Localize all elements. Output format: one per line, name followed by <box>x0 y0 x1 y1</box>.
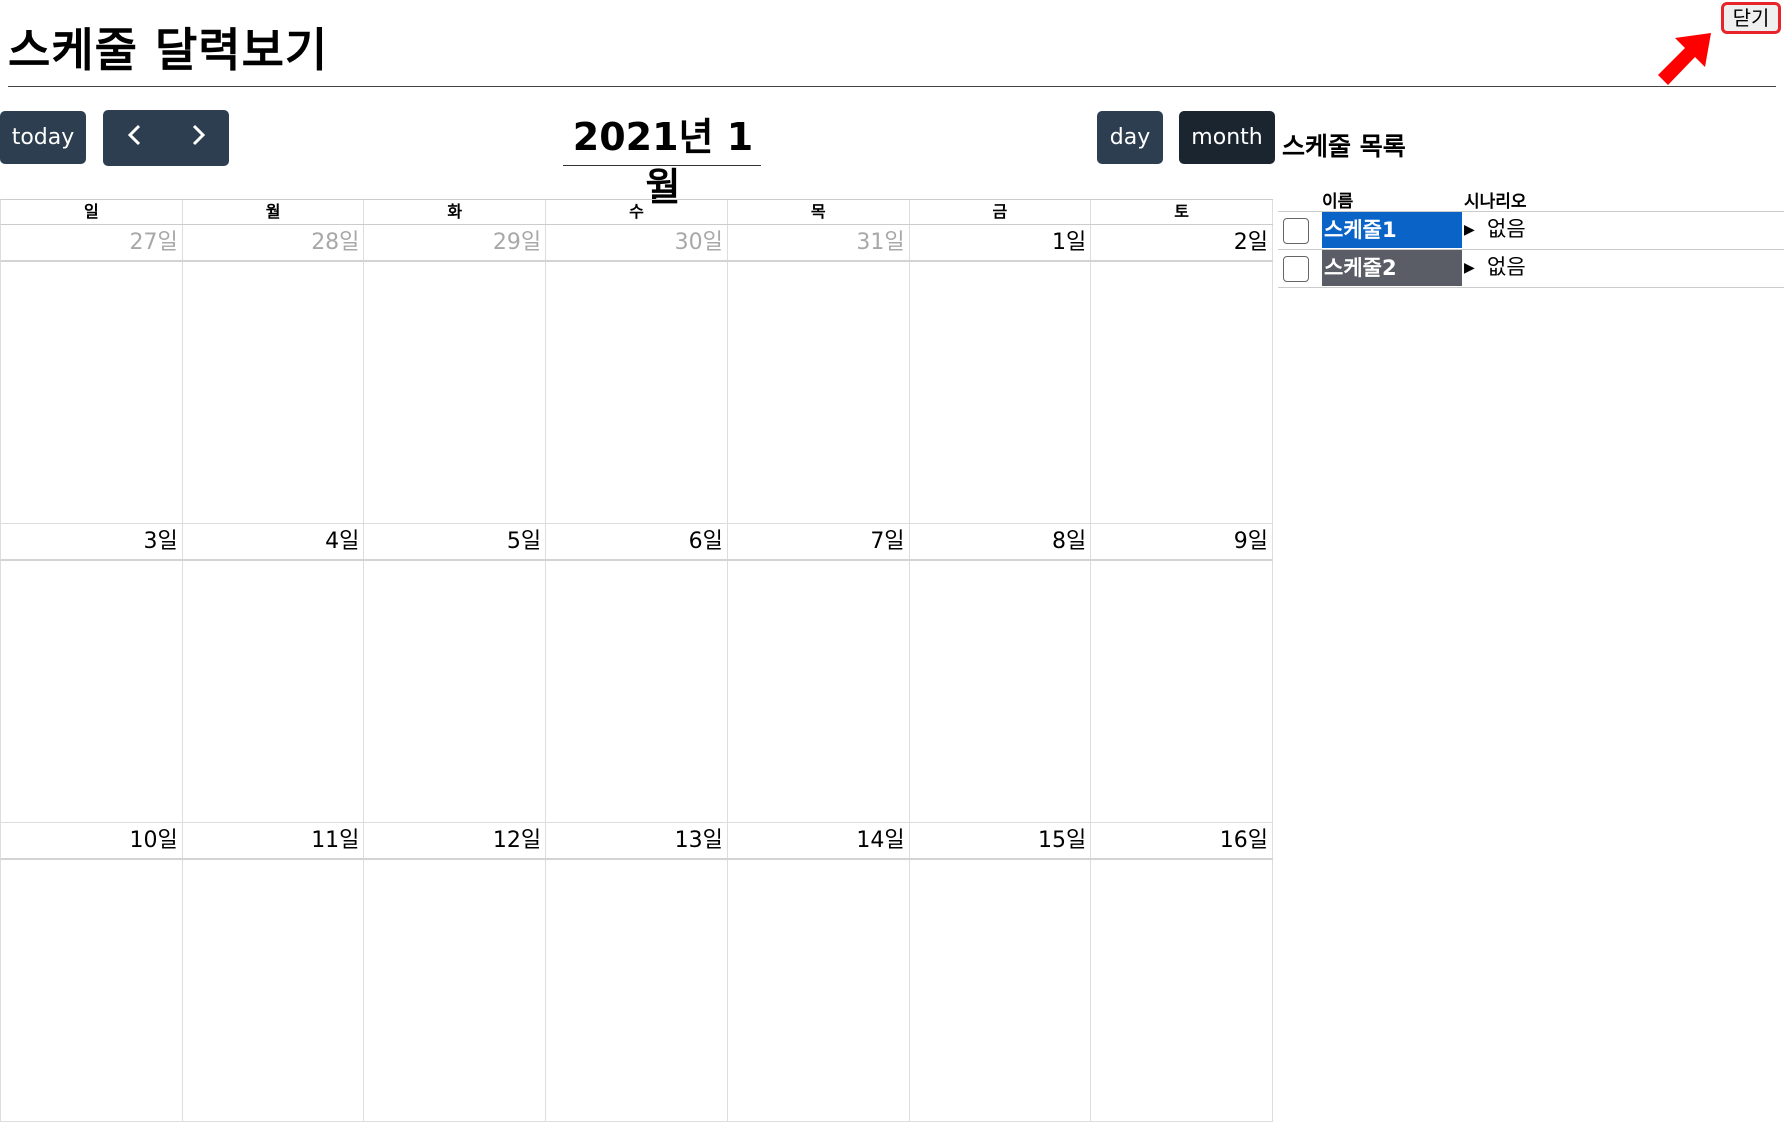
day-cell[interactable] <box>1091 262 1273 523</box>
day-cell[interactable] <box>728 262 910 523</box>
day-number[interactable]: 10일 <box>1 823 183 858</box>
day-number[interactable]: 11일 <box>183 823 365 858</box>
schedule-list-table: 이름 시나리오 스케줄1 ▶ 없음 스케줄2 ▶ 없음 <box>1278 185 1784 288</box>
month-view-button[interactable]: month <box>1179 111 1275 164</box>
weekday-tue: 화 <box>364 200 547 224</box>
schedule-list-title: 스케줄 목록 <box>1282 132 1406 161</box>
page-title: 스케줄 달력보기 <box>8 23 329 77</box>
close-button[interactable]: 닫기 <box>1721 2 1781 34</box>
day-cell[interactable] <box>183 262 365 523</box>
day-cell[interactable] <box>546 561 728 822</box>
day-number[interactable]: 30일 <box>546 225 728 260</box>
calendar-title: 2021년 1월 <box>572 115 754 209</box>
expand-triangle-icon[interactable]: ▶ <box>1464 257 1475 279</box>
week-row: 10일 11일 12일 13일 14일 15일 16일 <box>0 823 1273 1122</box>
schedule-list-header: 이름 시나리오 <box>1278 185 1784 212</box>
schedule-name[interactable]: 스케줄1 <box>1322 212 1462 248</box>
today-button[interactable]: today <box>0 111 86 164</box>
day-number[interactable]: 14일 <box>728 823 910 858</box>
schedule-scenario: 없음 <box>1487 217 1526 241</box>
weekday-fri: 금 <box>910 200 1092 224</box>
day-cell[interactable] <box>183 860 365 1121</box>
day-number[interactable]: 31일 <box>728 225 910 260</box>
next-month-button[interactable] <box>166 110 229 166</box>
column-header-scenario: 시나리오 <box>1464 192 1527 212</box>
day-number[interactable]: 29일 <box>364 225 547 260</box>
day-number[interactable]: 28일 <box>183 225 365 260</box>
day-number[interactable]: 3일 <box>1 524 183 559</box>
day-cell[interactable] <box>364 860 547 1121</box>
day-cell[interactable] <box>364 561 547 822</box>
nav-button-group <box>103 110 229 166</box>
weekday-sat: 토 <box>1091 200 1273 224</box>
chevron-left-icon <box>127 124 140 145</box>
day-cell[interactable] <box>1 262 183 523</box>
day-number[interactable]: 8일 <box>910 524 1092 559</box>
title-divider <box>8 86 1776 87</box>
weekday-wed: 수 <box>546 200 728 224</box>
calendar-title-underline <box>563 165 761 166</box>
weekday-header: 일 월 화 수 목 금 토 <box>0 199 1273 225</box>
schedule-row: 스케줄1 ▶ 없음 <box>1278 212 1784 250</box>
day-cell[interactable] <box>1 561 183 822</box>
schedule-checkbox[interactable] <box>1283 256 1309 282</box>
day-cell[interactable] <box>910 860 1092 1121</box>
day-number[interactable]: 5일 <box>364 524 547 559</box>
month-calendar: 일 월 화 수 목 금 토 27일 28일 29일 30일 31일 1일 2일 <box>0 199 1273 1122</box>
day-cell[interactable] <box>364 262 547 523</box>
day-number[interactable]: 12일 <box>364 823 547 858</box>
weekday-thu: 목 <box>728 200 910 224</box>
day-number[interactable]: 9일 <box>1091 524 1273 559</box>
day-number[interactable]: 16일 <box>1091 823 1273 858</box>
day-number[interactable]: 2일 <box>1091 225 1273 260</box>
weekday-sun: 일 <box>1 200 183 224</box>
day-number[interactable]: 6일 <box>546 524 728 559</box>
week-row: 3일 4일 5일 6일 7일 8일 9일 <box>0 524 1273 823</box>
day-number[interactable]: 15일 <box>910 823 1092 858</box>
weekday-mon: 월 <box>183 200 365 224</box>
day-cell[interactable] <box>910 262 1092 523</box>
expand-triangle-icon[interactable]: ▶ <box>1464 219 1475 241</box>
day-cell[interactable] <box>728 561 910 822</box>
day-cell[interactable] <box>910 561 1092 822</box>
day-number[interactable]: 7일 <box>728 524 910 559</box>
prev-month-button[interactable] <box>103 110 166 166</box>
schedule-scenario: 없음 <box>1487 255 1526 279</box>
red-arrow-icon <box>1658 33 1711 85</box>
day-number[interactable]: 13일 <box>546 823 728 858</box>
day-cell[interactable] <box>728 860 910 1121</box>
day-view-button[interactable]: day <box>1097 111 1163 164</box>
schedule-name[interactable]: 스케줄2 <box>1322 250 1462 286</box>
day-number[interactable]: 27일 <box>1 225 183 260</box>
day-cell[interactable] <box>546 262 728 523</box>
day-number[interactable]: 1일 <box>910 225 1092 260</box>
day-number[interactable]: 4일 <box>183 524 365 559</box>
schedule-row: 스케줄2 ▶ 없음 <box>1278 250 1784 288</box>
day-cell[interactable] <box>1091 860 1273 1121</box>
schedule-checkbox[interactable] <box>1283 218 1309 244</box>
day-cell[interactable] <box>1 860 183 1121</box>
week-row: 27일 28일 29일 30일 31일 1일 2일 <box>0 225 1273 524</box>
day-cell[interactable] <box>183 561 365 822</box>
column-header-name: 이름 <box>1322 192 1354 212</box>
chevron-right-icon <box>192 124 205 145</box>
day-cell[interactable] <box>546 860 728 1121</box>
day-cell[interactable] <box>1091 561 1273 822</box>
